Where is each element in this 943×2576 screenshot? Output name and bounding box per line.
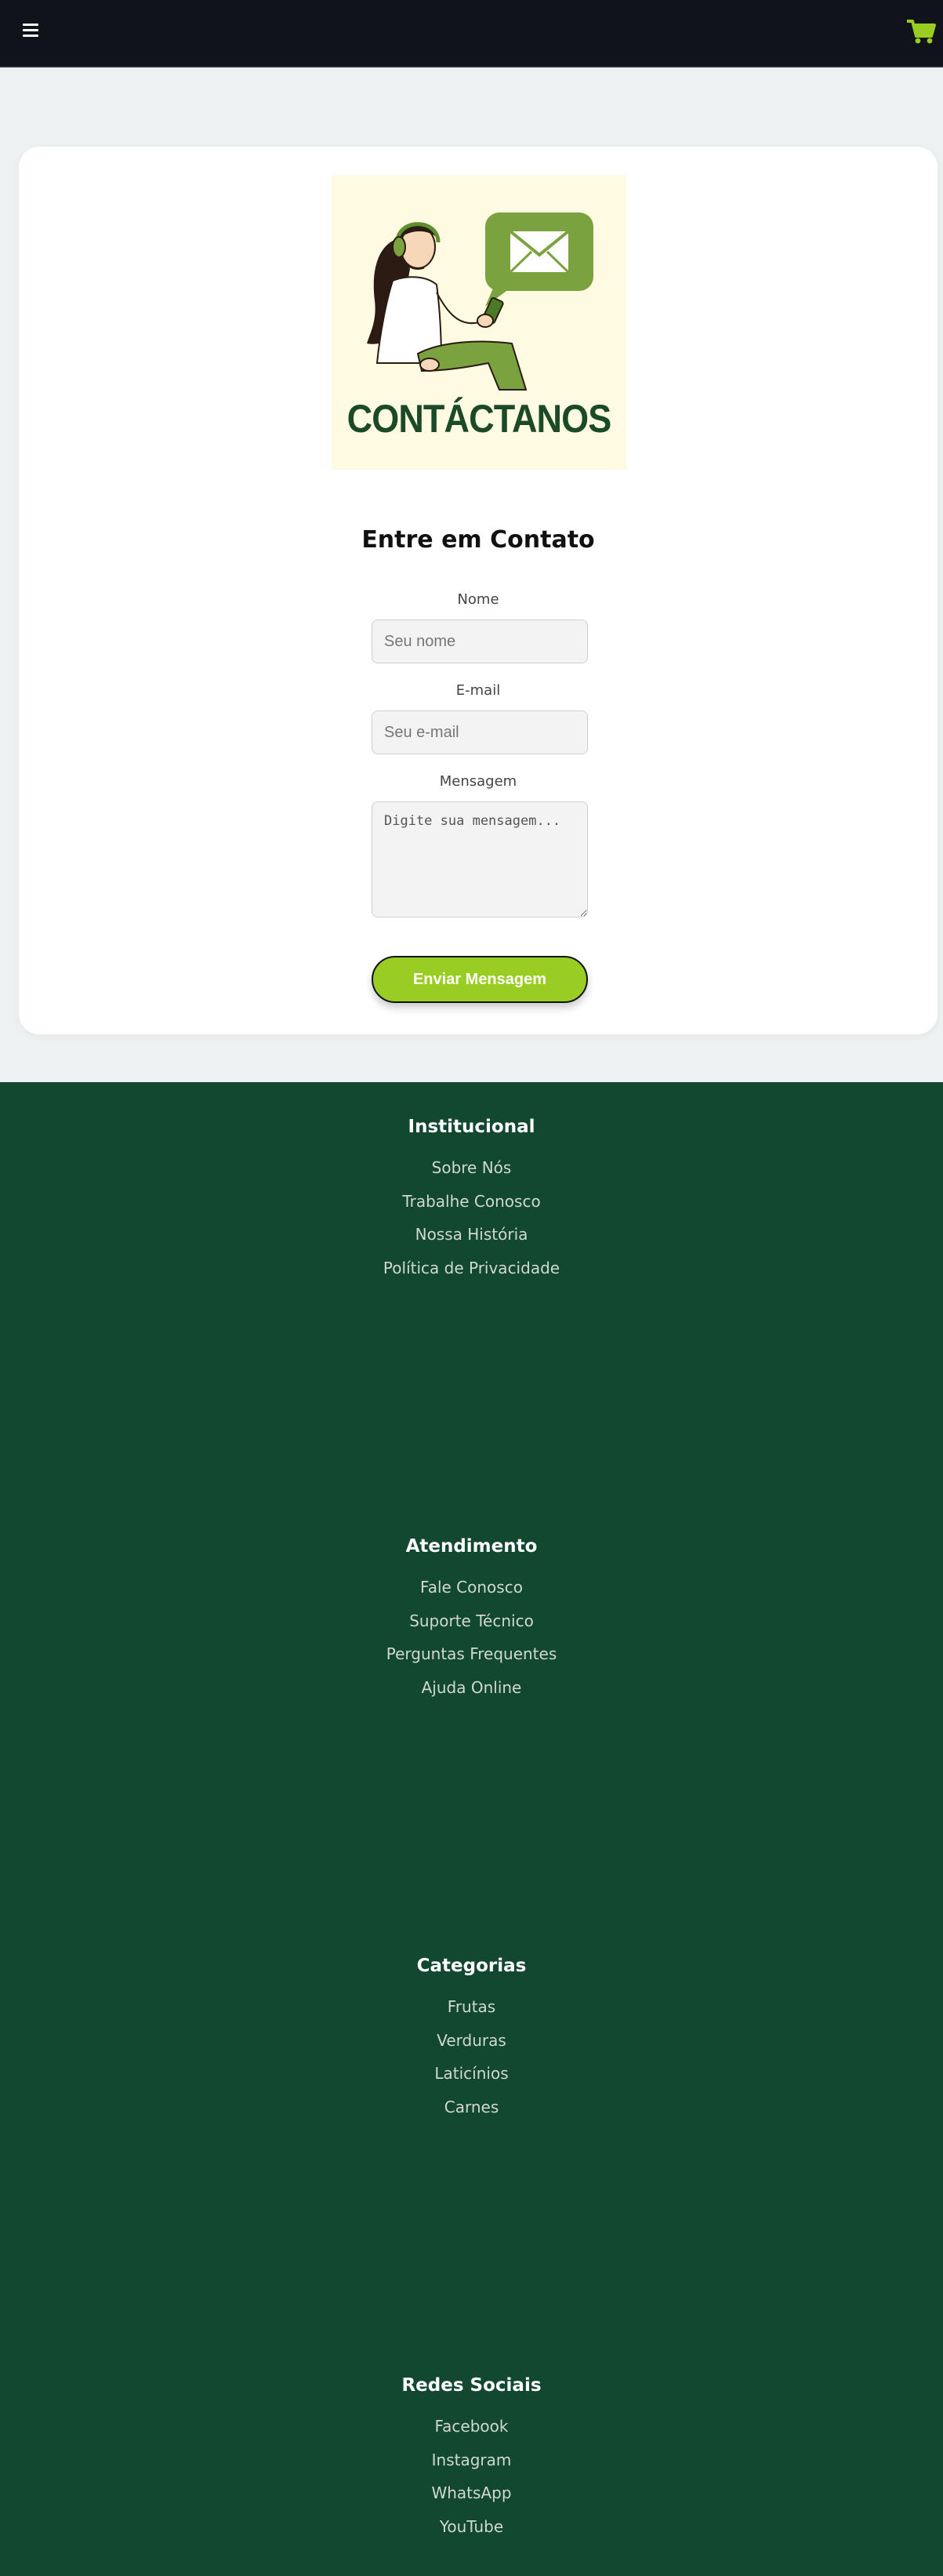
footer-link-fale-conosco[interactable]: Fale Conosco	[0, 1571, 943, 1604]
illustration-title: CONTÁCTANOS	[346, 397, 612, 441]
footer-link-verduras[interactable]: Verduras	[0, 2024, 943, 2058]
name-label: Nome	[457, 591, 499, 608]
footer-link-carnes[interactable]: Carnes	[0, 2091, 943, 2124]
message-textarea[interactable]	[372, 801, 588, 917]
footer-link-sobre-nos[interactable]: Sobre Nós	[0, 1151, 943, 1185]
message-label: Mensagem	[439, 773, 517, 790]
footer-link-suporte-tecnico[interactable]: Suporte Técnico	[0, 1604, 943, 1638]
footer-section-institucional: Institucional Sobre Nós Trabalhe Conosco…	[0, 1114, 943, 1285]
email-input[interactable]	[372, 710, 588, 754]
footer-link-facebook[interactable]: Facebook	[0, 2410, 943, 2443]
contact-form-title: Entre em Contato	[361, 526, 595, 554]
footer-section-title: Categorias	[416, 1956, 527, 1976]
footer-section-categorias: Categorias Frutas Verduras Laticínios Ca…	[0, 1953, 943, 2124]
footer-section-redes-sociais: Redes Sociais Facebook Instagram WhatsAp…	[0, 2372, 943, 2544]
footer-section-title: Atendimento	[405, 1536, 538, 1557]
footer-link-laticinios[interactable]: Laticínios	[0, 2057, 943, 2091]
footer-link-frutas[interactable]: Frutas	[0, 1990, 943, 2024]
footer-section-title: Institucional	[408, 1117, 535, 1137]
hamburger-menu-icon[interactable]	[20, 20, 42, 42]
footer-link-youtube[interactable]: YouTube	[0, 2510, 943, 2544]
contact-card: CONTÁCTANOS Entre em Contato Nome E-mail…	[19, 147, 938, 1034]
footer-link-ajuda-online[interactable]: Ajuda Online	[0, 1671, 943, 1705]
contact-illustration: CONTÁCTANOS	[332, 175, 626, 470]
send-message-button[interactable]: Enviar Mensagem	[372, 956, 588, 1003]
footer-link-nossa-historia[interactable]: Nossa História	[0, 1218, 943, 1252]
name-input[interactable]	[372, 619, 588, 663]
footer-section-title: Redes Sociais	[401, 2375, 542, 2396]
footer-link-instagram[interactable]: Instagram	[0, 2443, 943, 2477]
footer-link-whatsapp[interactable]: WhatsApp	[0, 2476, 943, 2510]
site-footer: Institucional Sobre Nós Trabalhe Conosco…	[0, 1082, 943, 2576]
top-navbar	[0, 0, 943, 67]
footer-link-politica-privacidade[interactable]: Política de Privacidade	[0, 1252, 943, 1285]
footer-section-atendimento: Atendimento Fale Conosco Suporte Técnico…	[0, 1533, 943, 1705]
support-agent-illustration	[367, 213, 593, 391]
footer-link-perguntas-frequentes[interactable]: Perguntas Frequentes	[0, 1637, 943, 1671]
footer-link-trabalhe-conosco[interactable]: Trabalhe Conosco	[0, 1185, 943, 1219]
email-label: E-mail	[455, 682, 501, 699]
shopping-cart-icon[interactable]	[905, 17, 937, 45]
